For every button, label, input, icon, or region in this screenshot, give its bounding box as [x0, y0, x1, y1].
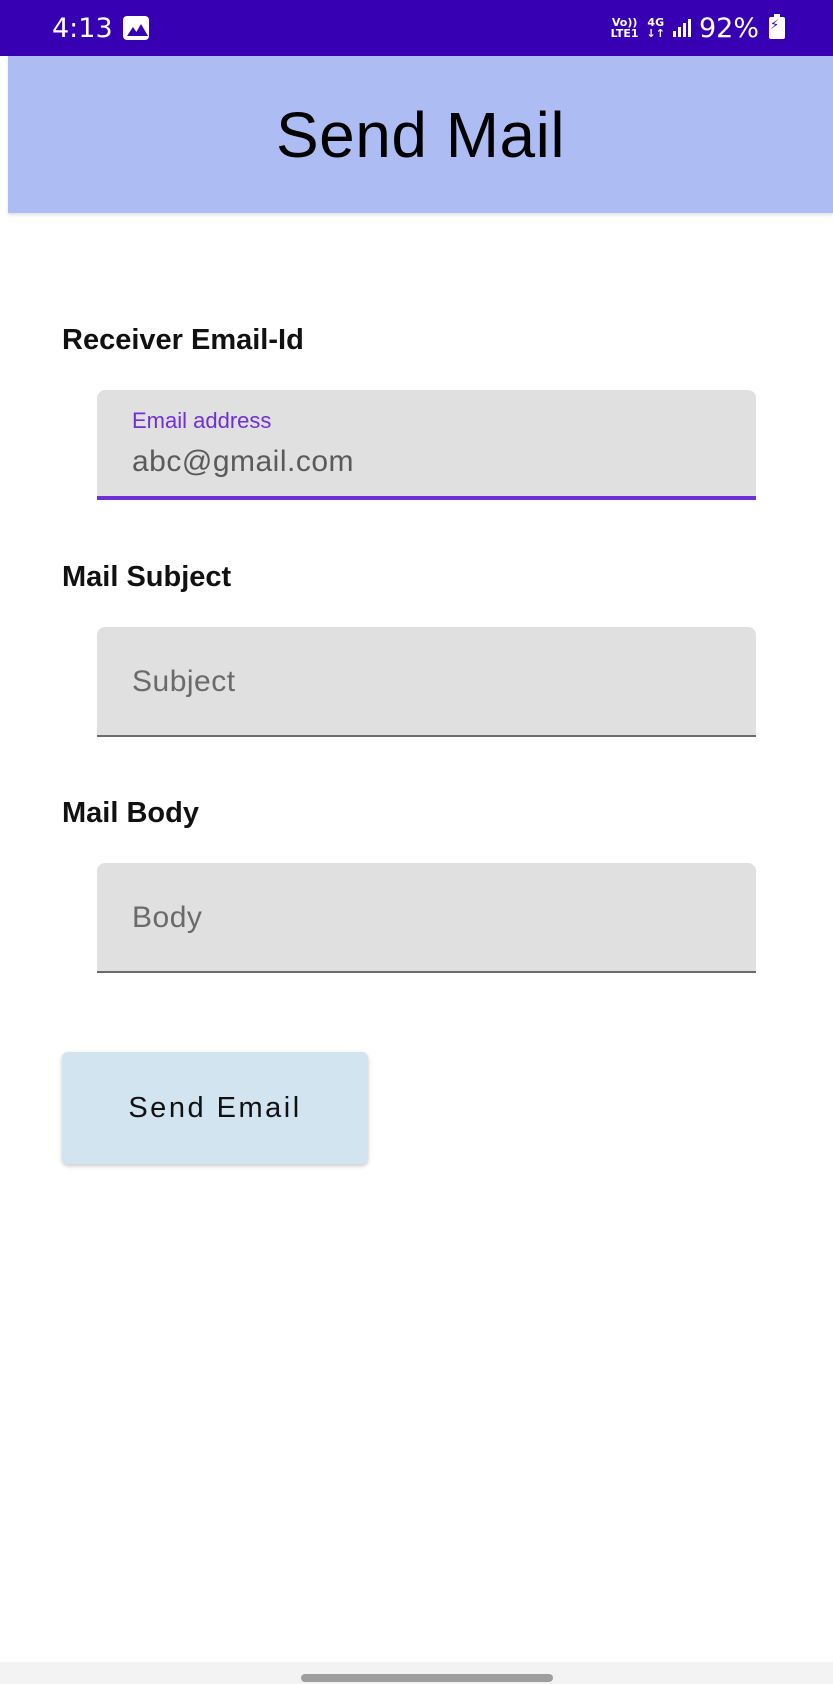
- email-floating-label: Email address: [132, 408, 272, 433]
- subject-placeholder: Subject: [132, 665, 236, 698]
- mail-body-label: Mail Body: [62, 797, 199, 829]
- signal-icon: [672, 19, 691, 37]
- receiver-email-label: Receiver Email-Id: [62, 324, 304, 356]
- status-bar: 4:13 Vo)) LTE1 4G ↓↑ 92%: [0, 0, 833, 56]
- status-left: 4:13: [52, 13, 149, 44]
- gallery-icon: [122, 16, 149, 40]
- app-bar: Send Mail: [8, 56, 833, 213]
- battery-percent: 92%: [698, 12, 759, 44]
- data-activity-icon: ↓↑: [646, 27, 665, 40]
- send-email-button[interactable]: Send Email: [62, 1052, 368, 1164]
- screen: 4:13 Vo)) LTE1 4G ↓↑ 92% Send Mail Recei…: [0, 0, 833, 1684]
- subject-field[interactable]: Subject: [97, 627, 756, 737]
- mail-subject-label: Mail Subject: [62, 561, 232, 593]
- email-value: abc@gmail.com: [132, 445, 355, 478]
- page-title: Send Mail: [275, 98, 566, 171]
- network-indicator: 4G ↓↑: [647, 17, 665, 39]
- body-placeholder: Body: [132, 901, 203, 934]
- volte-indicator: Vo)) LTE1: [611, 17, 639, 39]
- status-right: Vo)) LTE1 4G ↓↑ 92%: [611, 13, 785, 44]
- email-field[interactable]: Email address abc@gmail.com: [97, 390, 756, 500]
- status-time: 4:13: [52, 12, 113, 44]
- home-indicator[interactable]: [301, 1674, 553, 1682]
- navigation-bar: [0, 1662, 833, 1684]
- battery-charging-icon: [769, 14, 785, 39]
- body-field[interactable]: Body: [97, 863, 756, 973]
- volte-bottom: LTE1: [610, 27, 639, 40]
